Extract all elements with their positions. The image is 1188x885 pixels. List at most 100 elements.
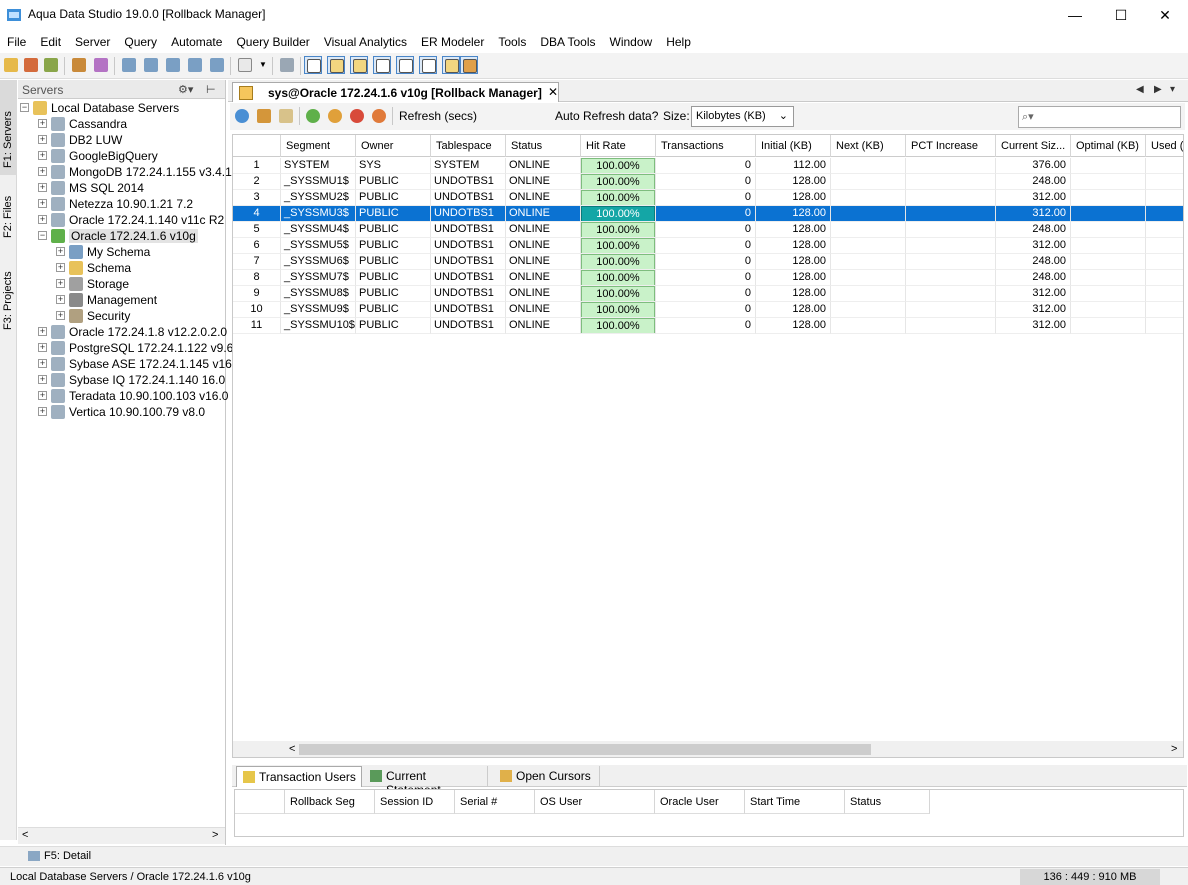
menu-dba-tools[interactable]: DBA Tools [533, 32, 602, 52]
tree-node[interactable]: − Oracle 172.24.1.6 v10g [18, 228, 225, 244]
menu-tools[interactable]: Tools [491, 32, 533, 52]
expand-icon[interactable]: + [38, 407, 47, 416]
tree-node[interactable]: + Oracle 172.24.1.8 v12.2.0.2.0 [18, 324, 227, 340]
tab-servers[interactable]: F1: Servers [0, 80, 17, 175]
collapse-icon[interactable]: − [20, 103, 29, 112]
table-row[interactable]: 8 _SYSSMU7$ PUBLIC UNDOTBS1 ONLINE 100.00% 0 12… [233, 270, 1183, 286]
script-icon[interactable] [278, 56, 296, 74]
detail-bar[interactable]: F5: Detail [0, 846, 1188, 866]
column-header[interactable]: Start Time [745, 790, 845, 814]
expand-icon[interactable]: + [38, 359, 47, 368]
layout-chart-icon[interactable] [396, 56, 414, 74]
tree-node[interactable]: − Local Database Servers [18, 100, 225, 116]
column-header[interactable] [235, 790, 285, 814]
column-header[interactable]: Status [506, 135, 581, 157]
query-analyzer-icon[interactable] [142, 56, 160, 74]
scroll-left-icon[interactable]: < [289, 743, 295, 755]
tab-list-icon[interactable]: ▾ [1170, 84, 1175, 95]
expand-icon[interactable]: + [38, 135, 47, 144]
column-header[interactable]: Tablespace [431, 135, 506, 157]
column-header[interactable]: Next (KB) [831, 135, 906, 157]
tab-files[interactable]: F2: Files [0, 180, 17, 240]
tab-right-icon[interactable]: ▶ [1154, 84, 1162, 95]
menu-query[interactable]: Query [117, 32, 164, 52]
column-header[interactable]: Segment [281, 135, 356, 157]
maximize-button[interactable]: ☐ [1098, 0, 1144, 30]
add-segment-icon[interactable] [304, 107, 322, 125]
column-header[interactable]: Rollback Seg [285, 790, 375, 814]
table-row[interactable]: 4 _SYSSMU3$ PUBLIC UNDOTBS1 ONLINE 100.00% 0 12… [233, 206, 1183, 222]
column-header[interactable] [233, 135, 281, 157]
grid-horizontal-scrollbar[interactable]: < > [233, 741, 1183, 757]
expand-icon[interactable]: + [56, 295, 65, 304]
connect-server-icon[interactable] [42, 56, 60, 74]
close-tab-icon[interactable]: ✕ [548, 85, 558, 99]
column-header[interactable]: Oracle User [655, 790, 745, 814]
tree-node[interactable]: + Oracle 172.24.1.140 v11c R2 [18, 212, 225, 228]
column-header[interactable]: Status [845, 790, 930, 814]
scrollbar-thumb[interactable] [299, 744, 871, 755]
expand-icon[interactable]: + [56, 279, 65, 288]
tab-transaction-users[interactable]: Transaction Users [236, 766, 362, 787]
scroll-right-icon[interactable]: > [1171, 743, 1177, 755]
tab-left-icon[interactable]: ◀ [1136, 84, 1144, 95]
column-header[interactable]: Optimal (KB) [1071, 135, 1146, 157]
query-window-icon[interactable] [120, 56, 138, 74]
column-header[interactable]: Hit Rate [581, 135, 656, 157]
layout-image-icon[interactable] [442, 56, 460, 74]
expand-icon[interactable]: + [38, 199, 47, 208]
size-unit-select[interactable]: Kilobytes (KB) ⌄ [691, 106, 794, 127]
column-header[interactable]: Used ( [1146, 135, 1183, 157]
gear-icon[interactable]: ⚙▾ [178, 83, 193, 96]
layout-3-icon[interactable] [350, 56, 368, 74]
menu-er-modeler[interactable]: ER Modeler [414, 32, 491, 52]
table-row[interactable]: 10 _SYSSMU9$ PUBLIC UNDOTBS1 ONLINE 100.00% 0 1… [233, 302, 1183, 318]
tree-node[interactable]: + Security [18, 308, 225, 324]
layout-2-icon[interactable] [327, 56, 345, 74]
column-header[interactable]: Session ID [375, 790, 455, 814]
column-header[interactable]: Serial # [455, 790, 535, 814]
tab-projects[interactable]: F3: Projects [0, 258, 17, 338]
layout-bar-chart-icon[interactable] [460, 56, 478, 74]
table-row[interactable]: 2 _SYSSMU1$ PUBLIC UNDOTBS1 ONLINE 100.00% 0 12… [233, 174, 1183, 190]
column-header[interactable]: Owner [356, 135, 431, 157]
expand-icon[interactable]: + [38, 167, 47, 176]
tree-node[interactable]: + Teradata 10.90.100.103 v16.0 [18, 388, 228, 404]
scroll-left-icon[interactable]: < [22, 829, 28, 841]
column-header[interactable]: Current Siz... [996, 135, 1071, 157]
tree-node[interactable]: + Cassandra [18, 116, 225, 132]
menu-visual-analytics[interactable]: Visual Analytics [317, 32, 414, 52]
table-row[interactable]: 11 _SYSSMU10$ PUBLIC UNDOTBS1 ONLINE 100.00% 0… [233, 318, 1183, 334]
table-row[interactable]: 3 _SYSSMU2$ PUBLIC UNDOTBS1 ONLINE 100.00% 0 12… [233, 190, 1183, 206]
tab-current-statement[interactable]: Current Statement [364, 766, 488, 797]
table-row[interactable]: 7 _SYSSMU6$ PUBLIC UNDOTBS1 ONLINE 100.00% 0 12… [233, 254, 1183, 270]
column-header[interactable]: Transactions [656, 135, 756, 157]
expand-icon[interactable]: + [38, 151, 47, 160]
servers-horizontal-scrollbar[interactable]: < > [18, 827, 225, 844]
tree-node[interactable]: + Sybase IQ 172.24.1.140 16.0 [18, 372, 225, 388]
new-document-icon[interactable] [236, 56, 254, 74]
copy-icon[interactable] [277, 107, 295, 125]
layout-list-icon[interactable] [419, 56, 437, 74]
layout-1-icon[interactable] [304, 56, 322, 74]
tree-node[interactable]: + Storage [18, 276, 225, 292]
layout-grid-icon[interactable] [373, 56, 391, 74]
online-segment-icon[interactable] [326, 107, 344, 125]
menu-edit[interactable]: Edit [33, 32, 68, 52]
expand-icon[interactable]: + [38, 183, 47, 192]
menu-automate[interactable]: Automate [164, 32, 229, 52]
tree-node[interactable]: + DB2 LUW [18, 132, 225, 148]
table-row[interactable]: 6 _SYSSMU5$ PUBLIC UNDOTBS1 ONLINE 100.00% 0 12… [233, 238, 1183, 254]
schema-browser-icon[interactable] [186, 56, 204, 74]
scroll-right-icon[interactable]: > [212, 829, 218, 841]
wand-icon[interactable] [255, 107, 273, 125]
edit-segment-icon[interactable] [370, 107, 388, 125]
expand-icon[interactable]: + [56, 311, 65, 320]
table-row[interactable]: 1 SYSTEM SYS SYSTEM ONLINE 100.00% 0 112.00 376.… [233, 158, 1183, 174]
grid-search-input[interactable]: ⌕▾ [1018, 106, 1181, 128]
table-row[interactable]: 5 _SYSSMU4$ PUBLIC UNDOTBS1 ONLINE 100.00% 0 12… [233, 222, 1183, 238]
expand-icon[interactable]: + [38, 119, 47, 128]
table-data-editor-icon[interactable] [164, 56, 182, 74]
menu-server[interactable]: Server [68, 32, 117, 52]
tree-node[interactable]: + Netezza 10.90.1.21 7.2 [18, 196, 225, 212]
